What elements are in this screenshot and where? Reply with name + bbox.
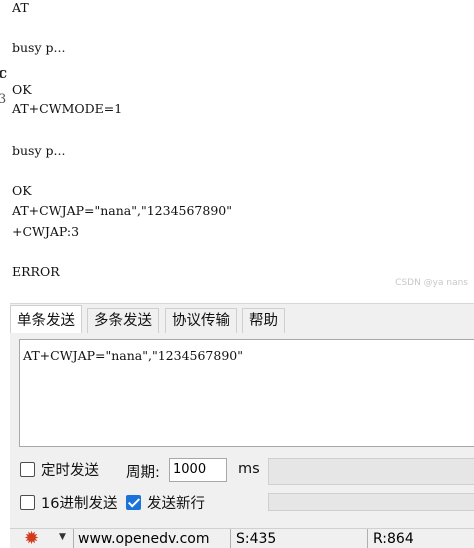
watermark: CSDN @ya nans xyxy=(395,278,468,288)
background-window-edge: c 3 xyxy=(0,0,10,300)
period-input[interactable]: 1000 xyxy=(169,458,227,482)
hex-send-checkbox[interactable] xyxy=(20,495,35,510)
website-link[interactable]: www.openedv.com xyxy=(78,531,210,547)
timed-send-label: 定时发送 xyxy=(41,463,99,479)
hex-send-label: 16进制发送 xyxy=(41,496,118,512)
send-tab-bar: 单条发送 多条发送 协议传输 帮助 xyxy=(10,303,474,335)
tab-single-send[interactable]: 单条发送 xyxy=(10,305,82,335)
tab-multi-send[interactable]: 多条发送 xyxy=(87,308,159,334)
status-divider xyxy=(230,529,231,548)
clipped-glyph: c xyxy=(0,64,8,82)
file-path-field[interactable] xyxy=(268,458,474,485)
chevron-down-icon[interactable]: ▼ xyxy=(59,532,66,542)
send-progress-bar xyxy=(268,493,474,511)
receive-line: busy p... xyxy=(12,143,66,158)
period-unit: ms xyxy=(238,461,260,477)
send-input[interactable]: AT+CWJAP="nana","1234567890" xyxy=(19,339,474,447)
status-divider xyxy=(367,529,368,548)
receive-line: AT+CWMODE=1 xyxy=(12,101,123,116)
receive-line: AT+CWJAP="nana","1234567890" xyxy=(12,203,232,218)
receive-line: ERROR xyxy=(12,264,60,279)
period-label: 周期: xyxy=(126,465,160,481)
send-newline-checkbox[interactable] xyxy=(126,495,141,510)
status-divider xyxy=(73,529,74,548)
receive-textarea[interactable]: AT busy p... OK AT+CWMODE=1 busy p... OK… xyxy=(10,0,474,300)
receive-line: OK xyxy=(12,82,32,97)
sent-count: S:435 xyxy=(236,531,277,547)
send-newline-label: 发送新行 xyxy=(147,496,205,512)
received-count: R:864 xyxy=(373,531,414,547)
receive-line: +CWJAP:3 xyxy=(12,224,80,239)
status-bar: ✹ ▼ www.openedv.com S:435 R:864 xyxy=(10,528,474,548)
receive-line: AT xyxy=(12,0,29,15)
receive-line: busy p... xyxy=(12,40,66,55)
receive-line: OK xyxy=(12,183,32,198)
timed-send-checkbox[interactable] xyxy=(20,462,35,477)
send-panel: AT+CWJAP="nana","1234567890" 定时发送 周期: 10… xyxy=(10,333,474,548)
clipped-glyph: 3 xyxy=(0,92,7,107)
gear-icon[interactable]: ✹ xyxy=(24,530,42,548)
tab-protocol[interactable]: 协议传输 xyxy=(165,308,237,334)
tab-help[interactable]: 帮助 xyxy=(242,308,285,334)
